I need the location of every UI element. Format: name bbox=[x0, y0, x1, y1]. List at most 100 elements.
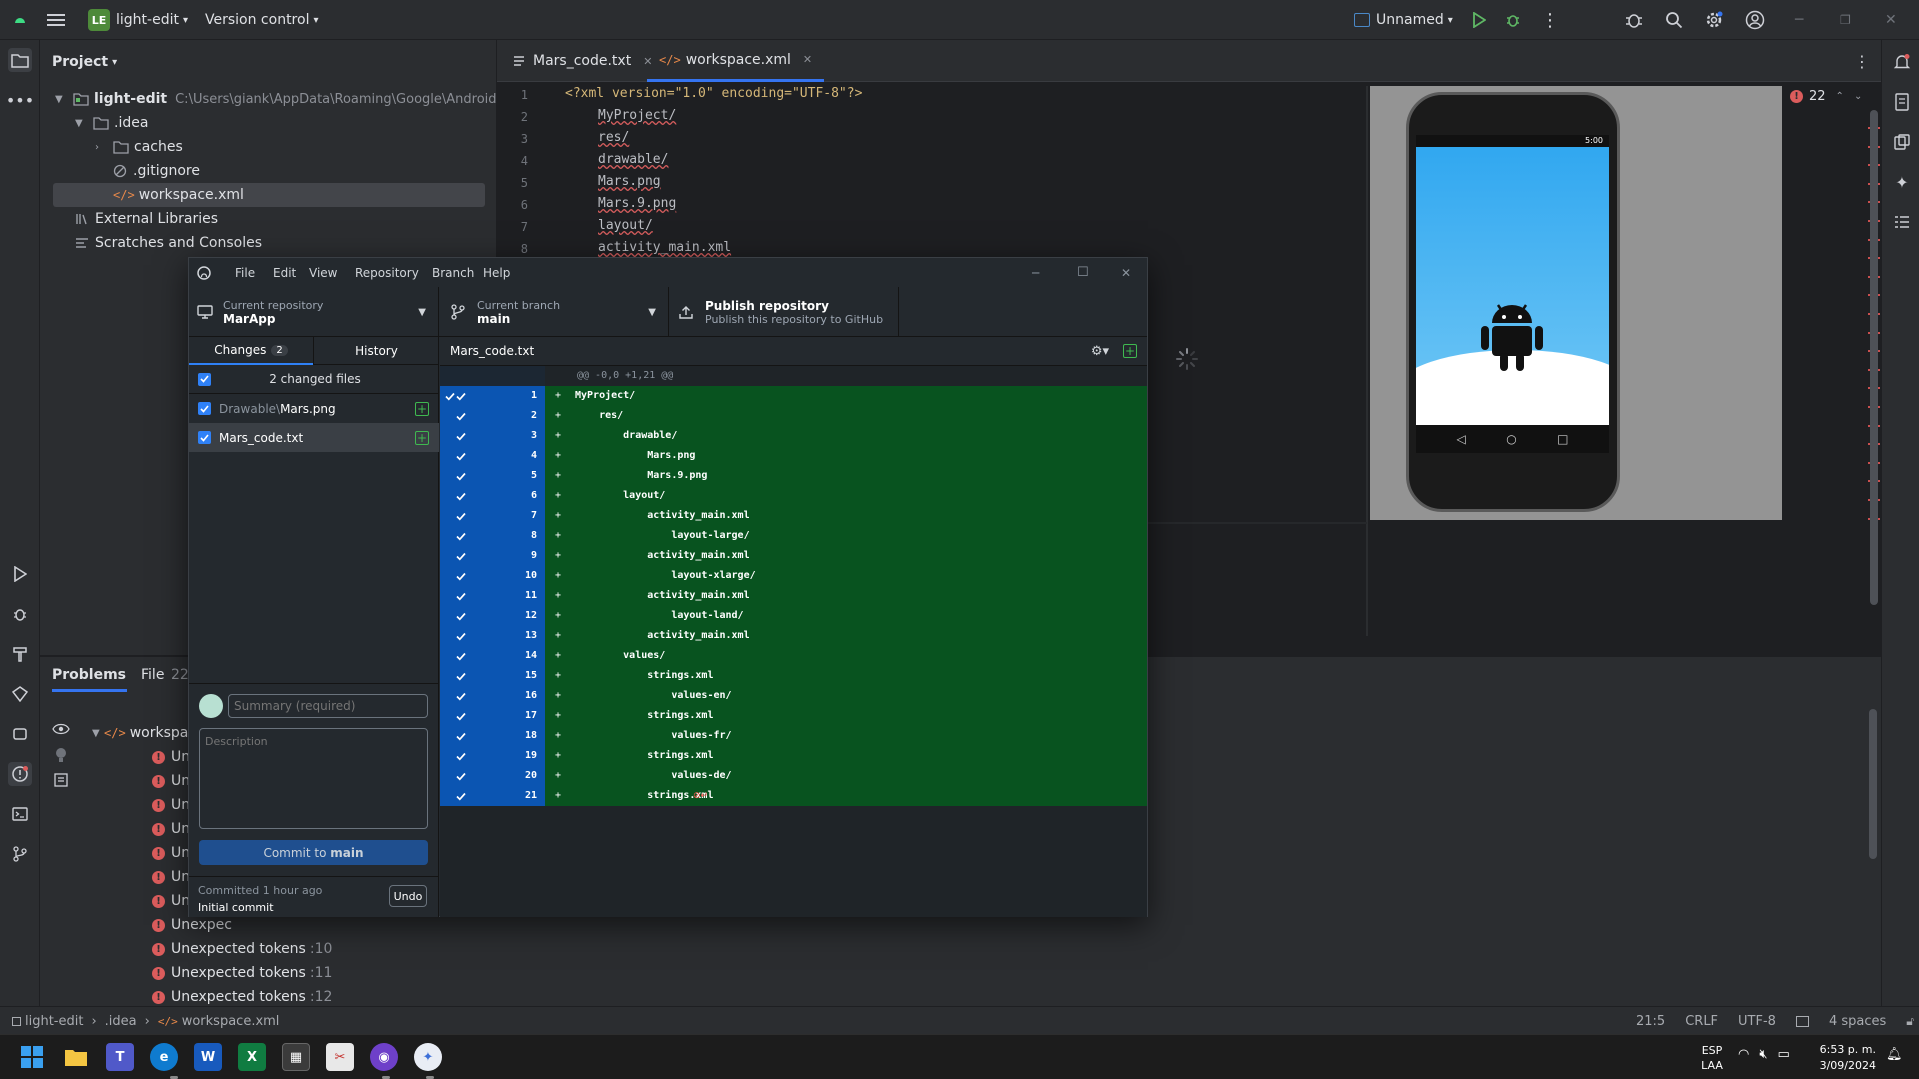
clock[interactable]: 6:53 p. m. 3/09/2024 bbox=[1812, 1042, 1876, 1074]
notifications-bell-icon[interactable] bbox=[1890, 50, 1914, 74]
diff-line[interactable]: 3 + drawable/ bbox=[440, 426, 1147, 446]
tree-item-gitignore[interactable]: .gitignore bbox=[113, 159, 200, 183]
project-panel-title[interactable]: Project ▾ bbox=[52, 50, 117, 74]
diff-line[interactable]: 15 + strings.xml bbox=[440, 666, 1147, 686]
gemini-sparkle-icon[interactable]: ✦ bbox=[1890, 170, 1914, 194]
more-actions-button[interactable]: ⋮ bbox=[1541, 0, 1559, 40]
edge-browser-icon[interactable]: e bbox=[150, 1043, 178, 1071]
running-devices-icon[interactable] bbox=[1890, 130, 1914, 154]
code-line[interactable]: layout/ bbox=[598, 218, 653, 233]
diff-line[interactable]: 1 + MyProject/ bbox=[440, 386, 1147, 406]
line-check-icon[interactable] bbox=[451, 626, 471, 646]
diff-line[interactable]: 13 + activity_main.xml bbox=[440, 626, 1147, 646]
gh-menu-repository[interactable]: Repository bbox=[355, 258, 419, 287]
tree-item-workspace-xml[interactable]: </> workspace.xml bbox=[113, 183, 244, 207]
word-icon[interactable]: W bbox=[194, 1043, 222, 1071]
run-button[interactable] bbox=[1472, 0, 1486, 40]
code-line[interactable]: activity_main.xml bbox=[598, 240, 731, 255]
android-studio-icon[interactable]: ✦ bbox=[414, 1043, 442, 1071]
diff-line[interactable]: 10 + layout-xlarge/ bbox=[440, 566, 1147, 586]
windows-start-icon[interactable] bbox=[18, 1043, 46, 1071]
diff-line[interactable]: 6 + layout/ bbox=[440, 486, 1147, 506]
gemini-diamond-icon[interactable] bbox=[8, 682, 32, 706]
line-check-icon[interactable] bbox=[451, 566, 471, 586]
breadcrumb-item[interactable]: light-edit bbox=[25, 1014, 83, 1029]
more-tools-icon[interactable]: ••• bbox=[6, 88, 34, 112]
system-tray[interactable]: ◠ 🔇︎ ▭ bbox=[1738, 1047, 1790, 1062]
caret-position[interactable]: 21:5 bbox=[1636, 1014, 1665, 1029]
diff-line[interactable]: 8 + layout-large/ bbox=[440, 526, 1147, 546]
file-explorer-icon[interactable] bbox=[62, 1043, 90, 1071]
device-manager-icon[interactable] bbox=[8, 722, 32, 746]
diff-line[interactable]: 2 + res/ bbox=[440, 406, 1147, 426]
tab-mars-code-txt[interactable]: Mars_code.txt ✕ bbox=[500, 40, 664, 82]
project-selector[interactable]: LE light-edit ▾ bbox=[88, 0, 188, 40]
diff-line[interactable]: 5 + Mars.9.png bbox=[440, 466, 1147, 486]
editor-scrollbar[interactable] bbox=[1870, 110, 1878, 605]
line-check-icon[interactable] bbox=[451, 386, 471, 406]
git-branch-icon[interactable] bbox=[8, 842, 32, 866]
diff-line[interactable]: 11 + activity_main.xml bbox=[440, 586, 1147, 606]
main-menu-button[interactable] bbox=[47, 0, 65, 40]
undo-commit-button[interactable]: Undo bbox=[389, 885, 427, 907]
line-check-icon[interactable] bbox=[451, 486, 471, 506]
commit-button[interactable]: Commit to main bbox=[199, 840, 428, 865]
changed-file-row-selected[interactable]: Mars_code.txt + bbox=[189, 423, 439, 452]
tree-root-light-edit[interactable]: ▼ light-edit C:\Users\giank\AppData\Roam… bbox=[55, 87, 525, 111]
line-separator[interactable]: CRLF bbox=[1685, 1014, 1718, 1029]
notification-center-icon[interactable]: 🔔︎ bbox=[1886, 1047, 1903, 1062]
gh-menu-edit[interactable]: Edit bbox=[273, 258, 296, 287]
next-error-icon[interactable]: ⌄ bbox=[1854, 91, 1862, 102]
gh-close-button[interactable]: ✕ bbox=[1121, 258, 1131, 287]
gh-maximize-button[interactable]: ☐ bbox=[1077, 258, 1089, 287]
settings-gear-icon[interactable] bbox=[1705, 0, 1723, 40]
debug-button[interactable] bbox=[1505, 0, 1521, 40]
commit-description-input[interactable] bbox=[199, 728, 428, 829]
diff-line[interactable]: 7 + activity_main.xml bbox=[440, 506, 1147, 526]
teams-icon[interactable]: T bbox=[106, 1043, 134, 1071]
preview-icon[interactable] bbox=[54, 773, 68, 787]
line-check-icon[interactable] bbox=[451, 446, 471, 466]
line-check-icon[interactable] bbox=[451, 746, 471, 766]
problems-tool-icon[interactable] bbox=[8, 762, 32, 786]
diff-line[interactable]: 14 + values/ bbox=[440, 646, 1147, 666]
structure-icon[interactable] bbox=[1890, 210, 1914, 234]
line-check-icon[interactable] bbox=[451, 726, 471, 746]
line-check-icon[interactable] bbox=[451, 586, 471, 606]
diff-line[interactable]: 4 + Mars.png bbox=[440, 446, 1147, 466]
breadcrumb-item[interactable]: .idea bbox=[105, 1014, 137, 1029]
lock-icon[interactable]: 🔓︎ bbox=[1906, 1014, 1914, 1029]
code-line[interactable]: res/ bbox=[598, 130, 629, 145]
version-control-menu[interactable]: Version control ▾ bbox=[205, 0, 319, 40]
diff-line[interactable]: 20 + values-de/ bbox=[440, 766, 1147, 786]
diff-line[interactable]: 9 + activity_main.xml bbox=[440, 546, 1147, 566]
line-check-icon[interactable] bbox=[451, 646, 471, 666]
input-language[interactable]: ESP LAA bbox=[1700, 1043, 1724, 1073]
snipping-tool-icon[interactable]: ✂ bbox=[326, 1043, 354, 1071]
prev-error-icon[interactable]: ⌃ bbox=[1836, 91, 1844, 102]
github-desktop-icon[interactable]: ◉ bbox=[370, 1043, 398, 1071]
close-tab-icon[interactable]: ✕ bbox=[803, 53, 812, 66]
select-all-row[interactable]: 2 changed files bbox=[189, 365, 439, 394]
problems-scrollbar[interactable] bbox=[1869, 709, 1877, 859]
tab-file[interactable]: File bbox=[141, 667, 164, 683]
problem-row[interactable]: ! Unexpected tokens:11 bbox=[152, 961, 332, 985]
diff-settings-gear-icon[interactable]: ⚙▾ bbox=[1091, 344, 1109, 359]
line-check-icon[interactable] bbox=[451, 766, 471, 786]
line-check-icon[interactable] bbox=[451, 526, 471, 546]
problem-row[interactable]: ! Unexpected tokens:10 bbox=[152, 937, 332, 961]
diff-line[interactable]: 17 + strings.xml bbox=[440, 706, 1147, 726]
tree-item-idea[interactable]: ▼ .idea bbox=[75, 111, 148, 135]
current-branch-dropdown[interactable]: Current branch main ▼ bbox=[439, 287, 669, 337]
gh-menu-help[interactable]: Help bbox=[483, 258, 510, 287]
file-encoding[interactable]: UTF-8 bbox=[1738, 1014, 1776, 1029]
search-icon[interactable] bbox=[1665, 0, 1683, 40]
breadcrumb-item[interactable]: workspace.xml bbox=[182, 1014, 280, 1029]
tree-item-external-libraries[interactable]: External Libraries bbox=[75, 207, 218, 231]
line-check-icon[interactable] bbox=[451, 666, 471, 686]
lightbulb-icon[interactable] bbox=[54, 747, 68, 763]
gh-menu-branch[interactable]: Branch bbox=[432, 258, 474, 287]
line-check-icon[interactable] bbox=[451, 406, 471, 426]
calculator-icon[interactable]: ▦ bbox=[282, 1043, 310, 1071]
diff-line[interactable]: 12 + layout-land/ bbox=[440, 606, 1147, 626]
